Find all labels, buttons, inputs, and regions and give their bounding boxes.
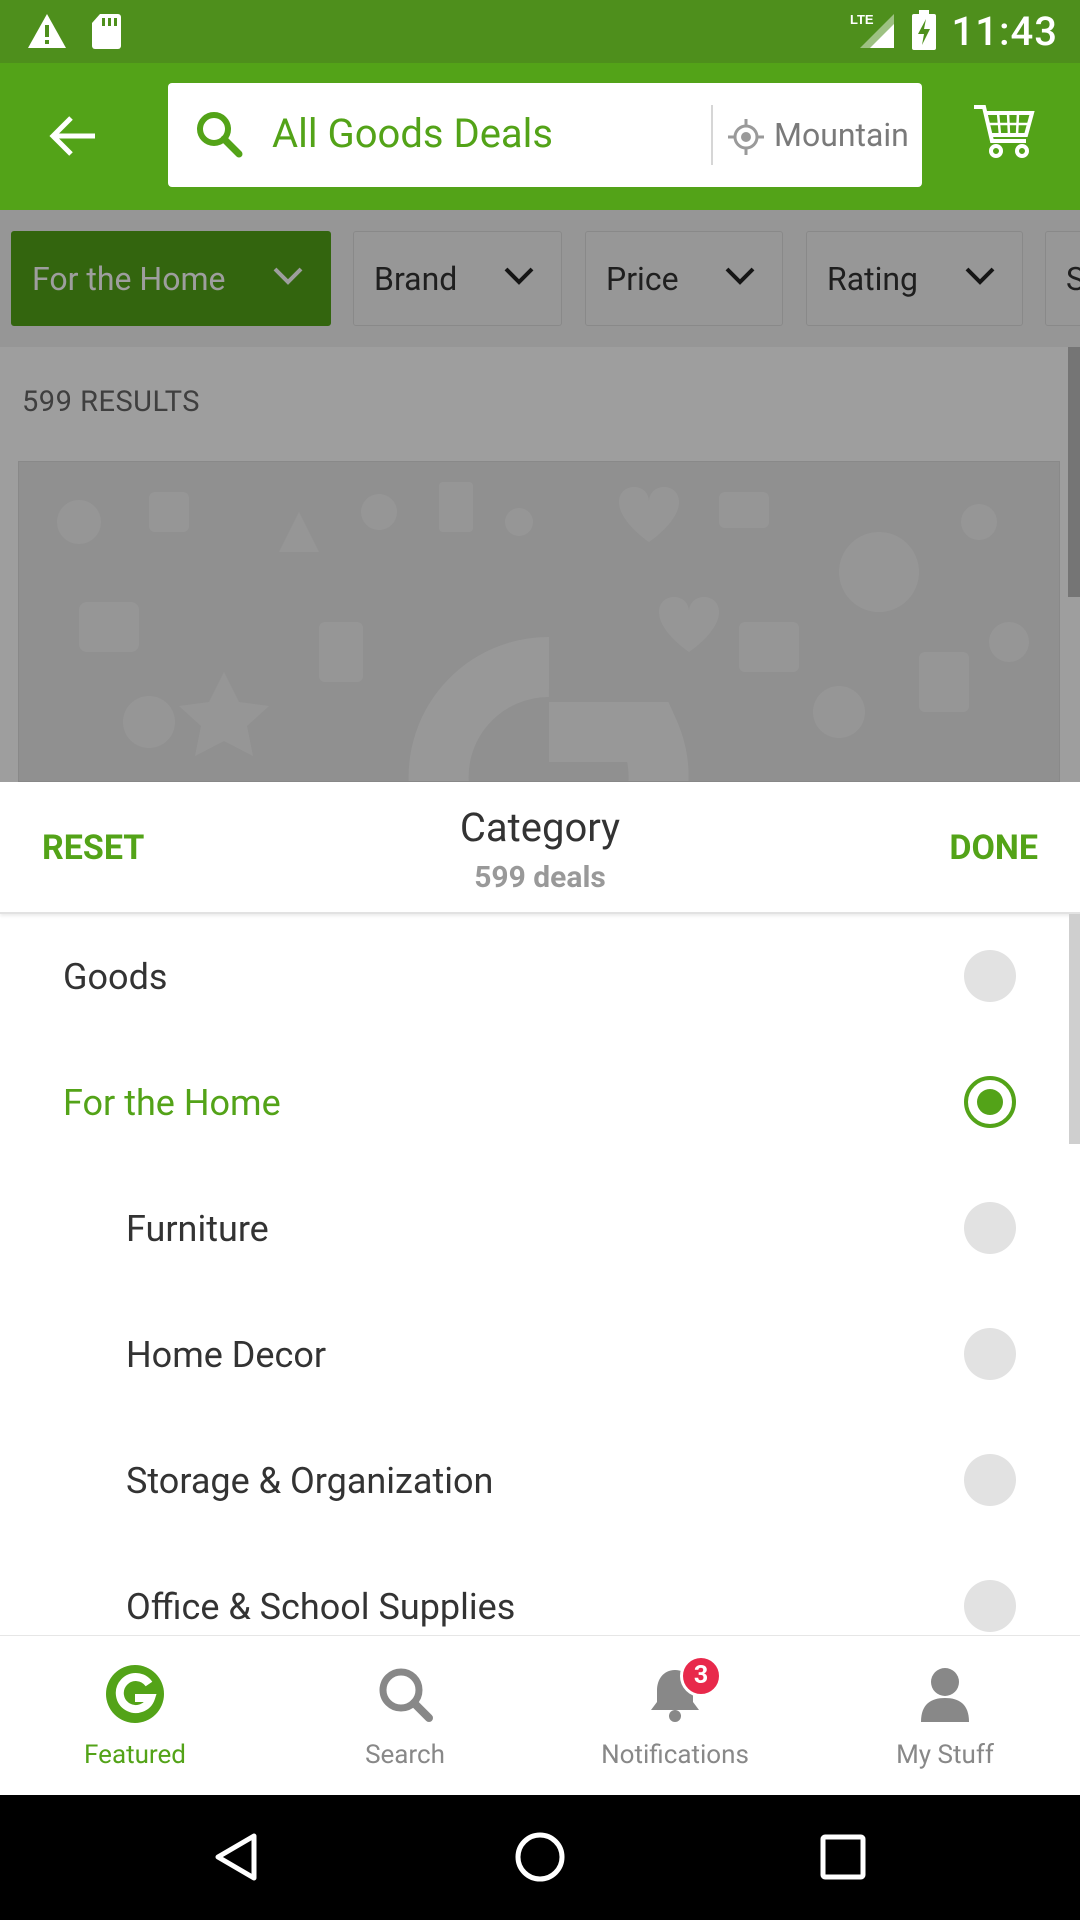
status-time: 11:43 bbox=[951, 8, 1058, 55]
notification-badge: 3 bbox=[680, 1655, 722, 1697]
nav-notifications[interactable]: Notifications bbox=[540, 1636, 810, 1796]
category-item-home-decor[interactable]: Home Decor bbox=[0, 1292, 1080, 1418]
category-item-label: Furniture bbox=[126, 1208, 269, 1250]
nav-label: Notifications bbox=[601, 1740, 749, 1770]
radio-button[interactable] bbox=[964, 1454, 1016, 1506]
category-item-office-school-supplies[interactable]: Office & School Supplies bbox=[0, 1544, 1080, 1635]
app-bar: All Goods Deals Mountain View bbox=[0, 63, 1080, 210]
category-item-label: Office & School Supplies bbox=[126, 1586, 516, 1628]
nav-featured[interactable]: Featured bbox=[0, 1636, 270, 1796]
search-divider bbox=[711, 105, 713, 165]
cart-icon bbox=[974, 105, 1035, 158]
radio-button[interactable] bbox=[964, 950, 1016, 1002]
nav-label: Featured bbox=[84, 1740, 186, 1770]
category-item-storage-organization[interactable]: Storage & Organization bbox=[0, 1418, 1080, 1544]
radio-button-selected[interactable] bbox=[964, 1076, 1016, 1128]
search-bar[interactable]: All Goods Deals Mountain View bbox=[168, 83, 922, 187]
battery-charging-icon bbox=[911, 9, 936, 54]
radio-button[interactable] bbox=[964, 1202, 1016, 1254]
cart-button[interactable] bbox=[972, 103, 1036, 163]
sheet-header: RESET Category 599 deals DONE bbox=[0, 782, 1080, 914]
nav-my-stuff[interactable]: My Stuff bbox=[810, 1636, 1080, 1796]
person-icon bbox=[921, 1668, 969, 1722]
radio-button[interactable] bbox=[964, 1328, 1016, 1380]
system-nav-bar bbox=[0, 1795, 1080, 1920]
category-item-furniture[interactable]: Furniture bbox=[0, 1166, 1080, 1292]
category-item-goods[interactable]: Goods bbox=[0, 914, 1080, 1040]
bottom-nav: Featured Search Notifications 3 My Stuff bbox=[0, 1635, 1080, 1795]
category-list: Goods For the Home Furniture Home Decor … bbox=[0, 914, 1080, 1635]
back-button[interactable] bbox=[40, 103, 106, 169]
groupon-g-icon bbox=[106, 1665, 164, 1723]
category-item-label: Goods bbox=[63, 956, 168, 998]
category-item-label: Storage & Organization bbox=[126, 1460, 494, 1502]
sheet-title: Category bbox=[459, 804, 621, 851]
svg-text:LTE: LTE bbox=[850, 12, 874, 27]
nav-label: My Stuff bbox=[896, 1740, 994, 1770]
search-icon bbox=[379, 1668, 433, 1722]
dim-overlay[interactable] bbox=[0, 347, 1080, 782]
status-bar: LTE 11:43 bbox=[0, 0, 1080, 63]
sheet-subtitle: 599 deals bbox=[474, 860, 606, 895]
back-arrow-icon bbox=[49, 116, 95, 156]
nav-search[interactable]: Search bbox=[270, 1636, 540, 1796]
category-sheet: RESET Category 599 deals DONE Goods For … bbox=[0, 782, 1080, 1635]
system-home-icon[interactable] bbox=[514, 1831, 566, 1883]
system-back-icon[interactable] bbox=[212, 1832, 260, 1882]
category-item-label: Home Decor bbox=[126, 1334, 327, 1376]
signal-icon: LTE bbox=[848, 10, 896, 54]
radio-button[interactable] bbox=[964, 1580, 1016, 1632]
category-item-label: For the Home bbox=[63, 1082, 281, 1124]
warning-icon bbox=[26, 12, 68, 54]
sd-card-icon bbox=[90, 12, 122, 54]
location-icon bbox=[728, 119, 764, 155]
search-query-text[interactable]: All Goods Deals bbox=[272, 110, 553, 157]
dim-overlay-top[interactable] bbox=[0, 210, 1080, 347]
list-scrollbar[interactable] bbox=[1069, 914, 1080, 1144]
done-button[interactable]: DONE bbox=[949, 828, 1038, 868]
nav-label: Search bbox=[365, 1740, 445, 1770]
search-icon bbox=[197, 112, 243, 158]
system-recents-icon[interactable] bbox=[820, 1834, 866, 1880]
location-text[interactable]: Mountain View bbox=[774, 116, 914, 154]
category-item-for-the-home[interactable]: For the Home bbox=[0, 1040, 1080, 1166]
